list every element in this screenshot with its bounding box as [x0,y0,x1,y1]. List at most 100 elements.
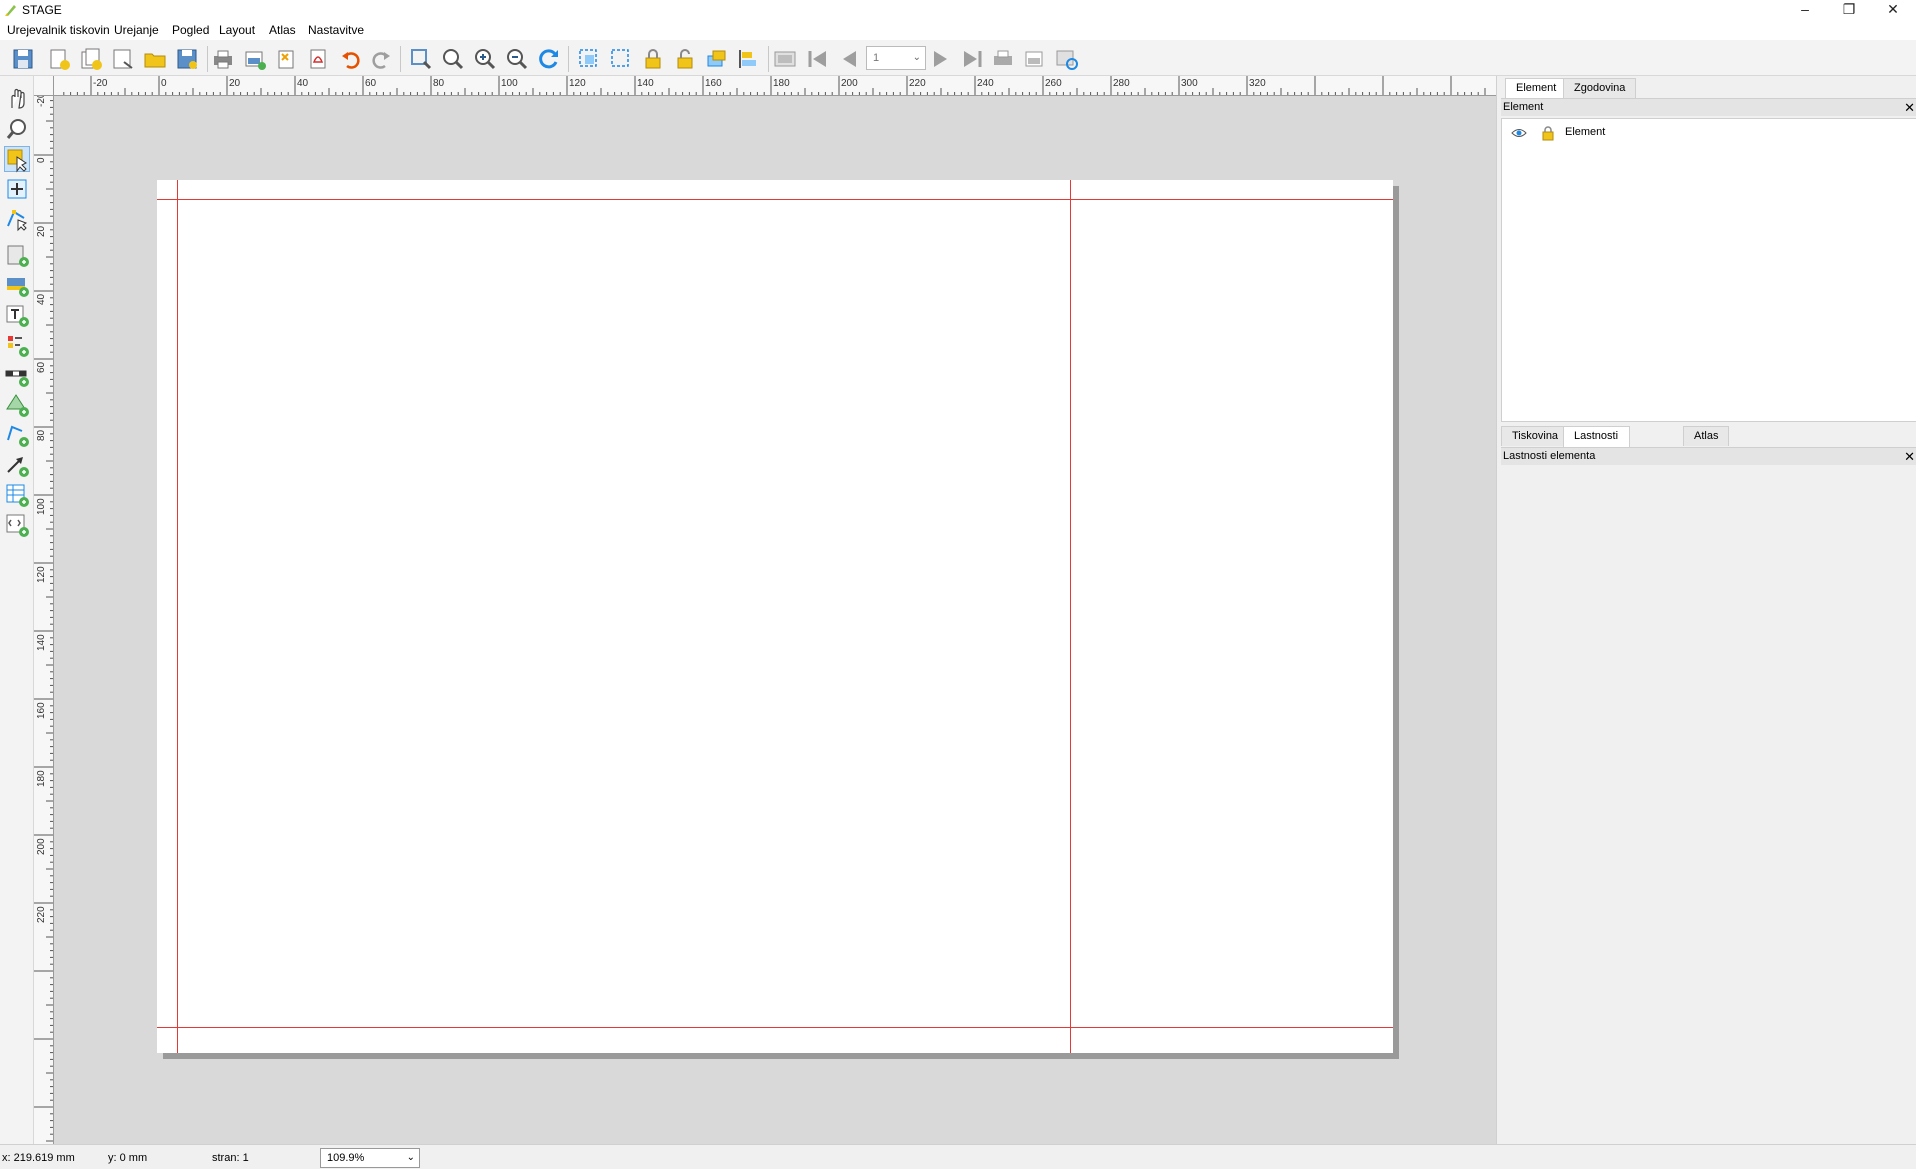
guide-line-vertical[interactable] [177,180,178,1053]
atlas-settings-button[interactable] [1054,46,1080,72]
print-atlas-button[interactable] [990,46,1016,72]
add-legend-icon [8,336,29,357]
lock-icon[interactable] [1540,125,1556,141]
zoom-in-button[interactable] [472,46,498,72]
ruler-tick-label: 220 [36,906,47,923]
edit-nodes-tool[interactable] [4,206,30,232]
add-node-item-icon [7,425,29,447]
export-pdf-button[interactable] [306,46,332,72]
list-item[interactable]: Element [1502,123,1916,143]
zoom-full-button[interactable] [408,46,434,72]
vertical-ruler[interactable]: -20 0 20 40 60 80 100 120 140 160 180 200 220 [34,96,54,1144]
export-svg-button[interactable] [274,46,300,72]
undo-button[interactable] [338,46,364,72]
guide-line-horizontal[interactable] [157,1027,1393,1028]
next-icon [934,51,947,67]
zoom-out-button[interactable] [504,46,530,72]
zoom-actual-button[interactable] [440,46,466,72]
menu-layout-designer[interactable]: Urejevalnik tiskovin [7,23,110,37]
close-button[interactable]: ✕ [1870,0,1916,20]
atlas-preview-button[interactable] [772,46,798,72]
guide-line-vertical[interactable] [1070,180,1071,1053]
tab-undo-history[interactable]: Zgodovina ukazov [1563,78,1637,113]
layout-canvas[interactable] [54,96,1496,1144]
save-template-button[interactable] [174,46,200,72]
atlas-page-number: 1 [873,52,880,64]
duplicate-layout-button[interactable] [78,46,104,72]
add-scalebar-tool[interactable] [4,362,30,388]
ruler-tick-label: 200 [36,838,47,855]
raise-items-button[interactable] [704,46,730,72]
save-project-button[interactable] [10,46,36,72]
chevron-down-icon: ⌄ [406,1152,415,1163]
previous-feature-button[interactable] [836,46,862,72]
cursor-y-readout: y: 0 mm [108,1152,148,1164]
ruler-tick-label: 100 [36,498,47,515]
new-layout-button[interactable] [46,46,72,72]
atlas-preview-icon [774,51,796,67]
guide-line-horizontal[interactable] [157,199,1393,200]
add-scalebar-icon [5,370,29,387]
export-image-button[interactable] [242,46,268,72]
tab-item-properties[interactable]: Lastnosti elementa [1563,426,1631,461]
close-icon[interactable]: ✕ [1904,448,1915,465]
menu-layout[interactable]: Layout [219,23,255,37]
add-html-tool[interactable] [4,512,30,538]
minimize-button[interactable]: – [1782,0,1828,20]
select-all-button[interactable] [576,46,602,72]
zoom-tool[interactable] [4,116,30,142]
menu-atlas[interactable]: Atlas [269,23,296,37]
pan-tool[interactable] [4,86,30,112]
close-icon[interactable]: ✕ [1904,99,1915,116]
add-attribute-table-tool[interactable] [4,482,30,508]
lock-items-button[interactable] [640,46,666,72]
restore-button[interactable]: ❐ [1826,0,1872,20]
horizontal-ruler[interactable]: -20 0 20 40 60 80 100 120 140 160 180 200 220 240 260 2… [34,76,1496,96]
menu-settings[interactable]: Nastavitve [308,23,364,37]
unlock-items-button[interactable] [672,46,698,72]
tab-items[interactable]: Element [1505,78,1568,99]
layout-manager-button[interactable] [110,46,136,72]
toolbar-separator [207,46,208,72]
menu-edit[interactable]: Urejanje [114,23,159,37]
export-atlas-button[interactable] [1022,46,1048,72]
align-items-button[interactable] [736,46,762,72]
ruler-tick-label: 140 [36,634,47,651]
add-html-icon [6,514,29,537]
zoom-combo[interactable]: 109.9% ⌄ [320,1148,420,1168]
print-button[interactable] [210,46,236,72]
add-legend-tool[interactable] [4,332,30,358]
open-template-button[interactable] [142,46,168,72]
move-content-tool[interactable] [4,176,30,202]
select-move-tool[interactable] [4,146,30,173]
tab-layout[interactable]: Tiskovina [1501,426,1570,446]
tab-atlas[interactable]: Atlas [1683,426,1730,446]
add-node-item-tool[interactable] [4,422,30,448]
export-pdf-icon [310,49,326,69]
refresh-button[interactable] [536,46,562,72]
atlas-page-combo[interactable]: 1 ⌄ [866,46,926,70]
print-atlas-icon [994,50,1012,65]
add-map-tool[interactable] [4,242,30,268]
add-label-tool[interactable] [4,302,30,328]
cursor-x-readout: x: 219.619 mm [2,1152,75,1164]
layout-page[interactable] [157,180,1393,1053]
title-bar: STAGE – ❐ ✕ [0,0,1916,20]
add-picture-tool[interactable] [4,272,30,298]
ruler-corner [34,76,54,96]
add-shape-tool[interactable] [4,392,30,418]
last-feature-button[interactable] [960,46,986,72]
redo-button[interactable] [368,46,394,72]
deselect-button[interactable] [608,46,634,72]
add-arrow-tool[interactable] [4,452,30,478]
app-logo-icon [5,5,16,16]
first-feature-button[interactable] [804,46,830,72]
ruler-tick-label: 40 [36,293,47,305]
status-bar: x: 219.619 mm y: 0 mm stran: 1 109.9% ⌄ [0,1144,1916,1169]
folder-icon [144,53,166,68]
eye-icon[interactable] [1511,125,1527,141]
next-feature-button[interactable] [928,46,954,72]
menu-view[interactable]: Pogled [172,23,209,37]
new-layout-icon [50,49,70,70]
edit-nodes-icon [7,210,28,232]
